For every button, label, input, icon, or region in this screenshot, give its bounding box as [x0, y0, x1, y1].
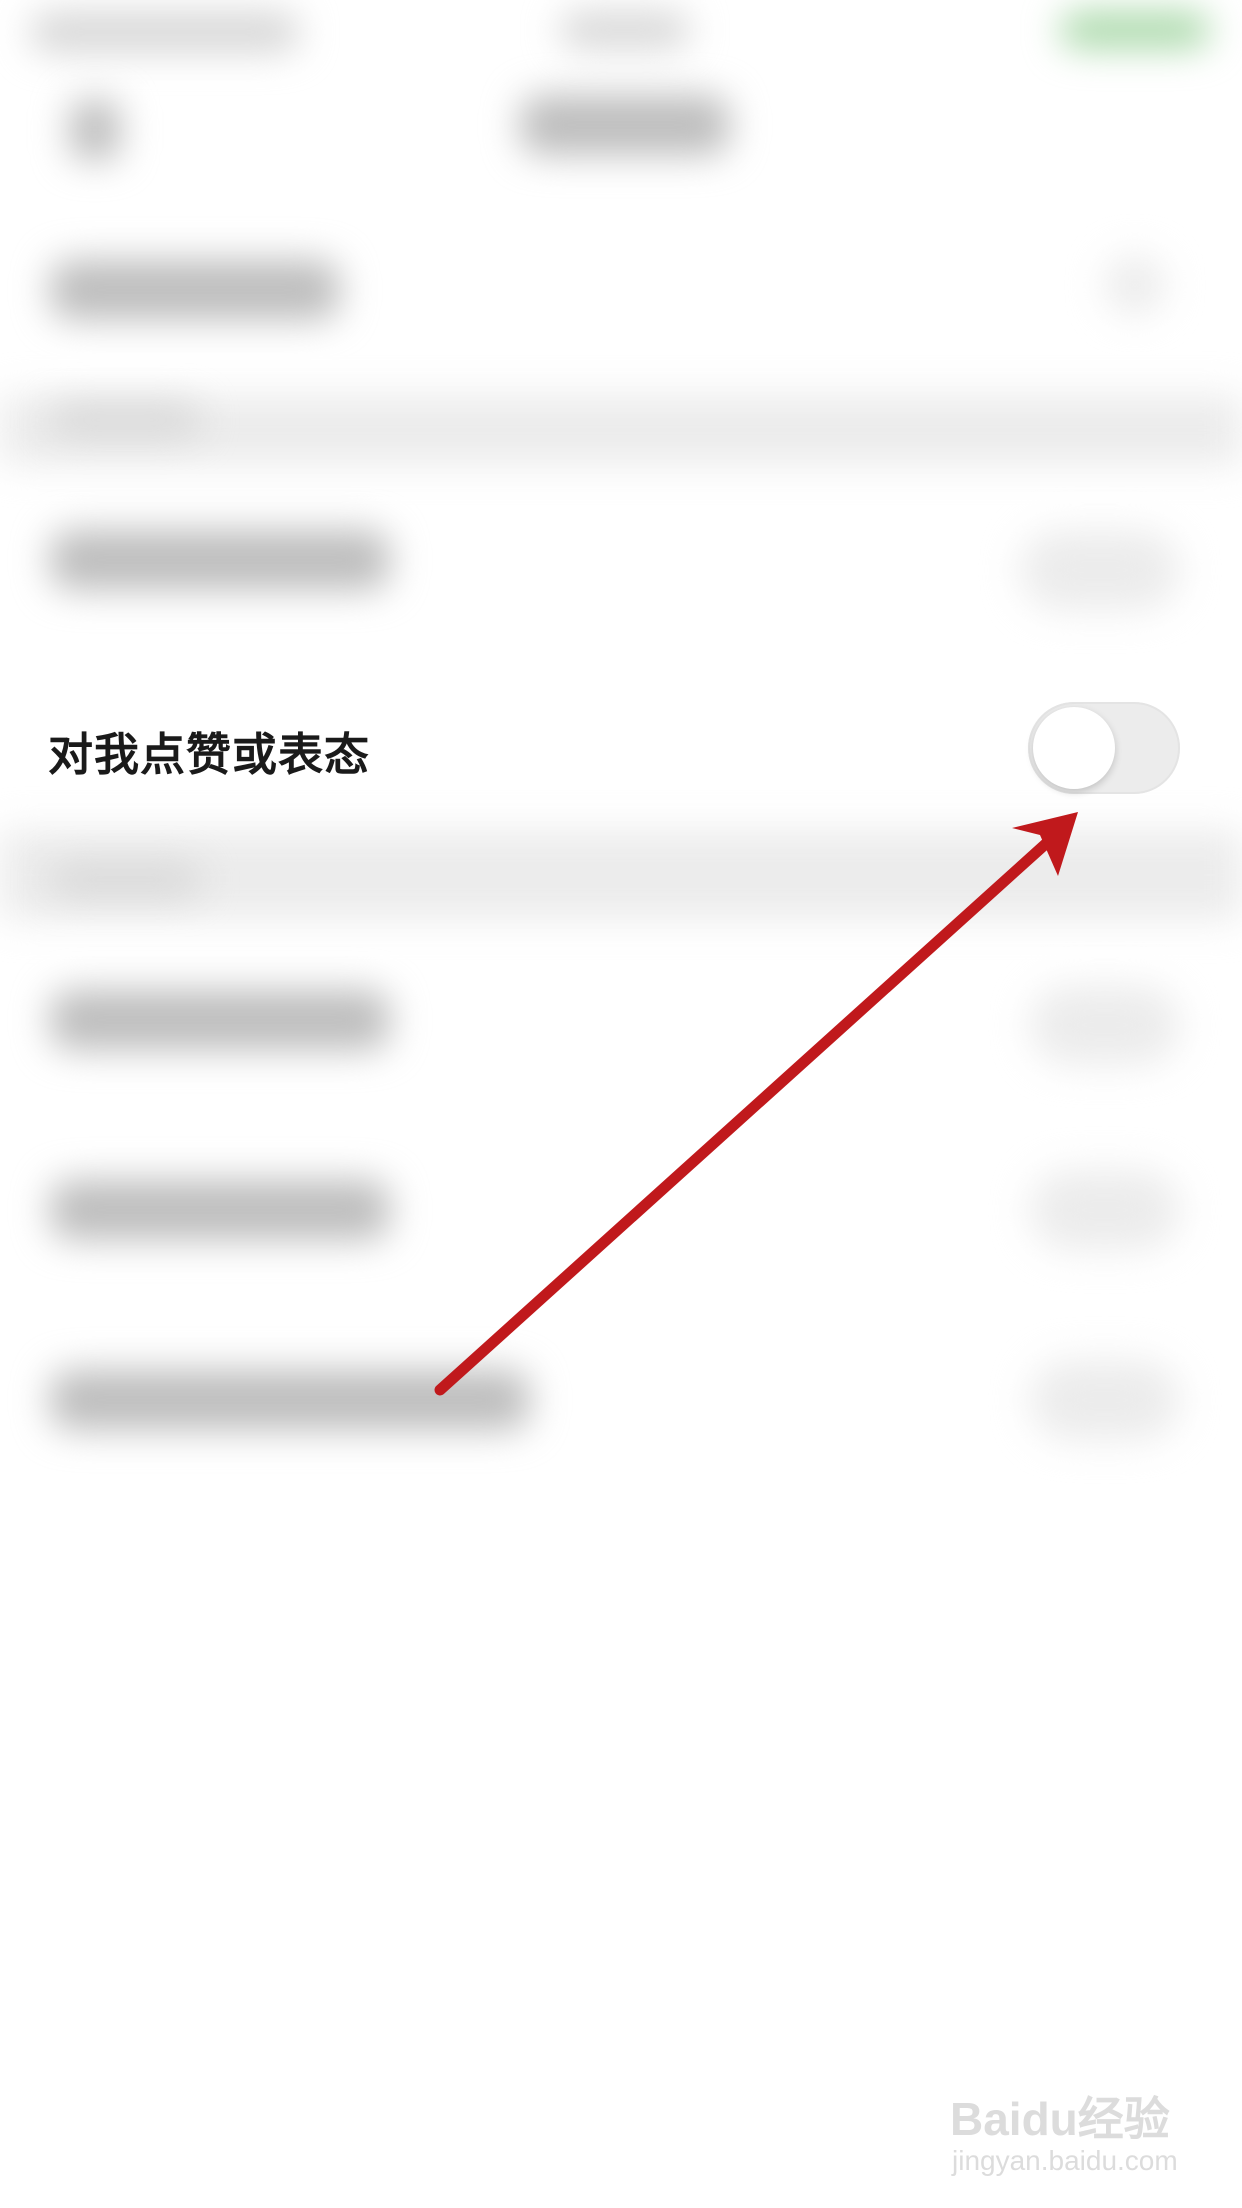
status-bar-left-blurred — [30, 12, 300, 52]
toggle-knob[interactable] — [1033, 707, 1115, 789]
setting-row-1-label-blurred — [50, 260, 340, 320]
likes-reactions-setting-label: 对我点赞或表态 — [48, 728, 371, 781]
setting-row-4-label-blurred — [50, 990, 390, 1050]
section-header-1-blurred — [50, 405, 200, 435]
setting-row-5-toggle-blurred[interactable] — [1030, 1170, 1180, 1250]
back-icon[interactable] — [70, 100, 120, 160]
baidu-jingyan-watermark: Baidu经验 jingyan.baidu.com — [950, 2075, 1190, 2185]
setting-row-4-toggle-blurred[interactable] — [1030, 985, 1180, 1065]
watermark-brand: Baidu经验 — [950, 2093, 1170, 2145]
setting-row-2-toggle-blurred[interactable] — [1020, 530, 1180, 610]
setting-row-1-chevron-blurred[interactable] — [1105, 255, 1165, 315]
arrow-shaft — [434, 834, 1056, 1396]
status-bar-battery-blurred — [1060, 12, 1210, 48]
page-title-blurred — [520, 95, 730, 155]
setting-row-5-label-blurred — [50, 1180, 390, 1240]
likes-reactions-toggle[interactable] — [1028, 702, 1180, 794]
status-bar-time-blurred — [560, 12, 690, 48]
setting-row-6-toggle-blurred[interactable] — [1030, 1360, 1180, 1440]
setting-row-6-label-blurred — [50, 1370, 530, 1430]
annotation-arrow — [434, 812, 1078, 1396]
setting-row-2-label-blurred — [50, 530, 390, 590]
watermark-url: jingyan.baidu.com — [952, 2145, 1178, 2176]
section-header-2-blurred — [50, 865, 200, 895]
